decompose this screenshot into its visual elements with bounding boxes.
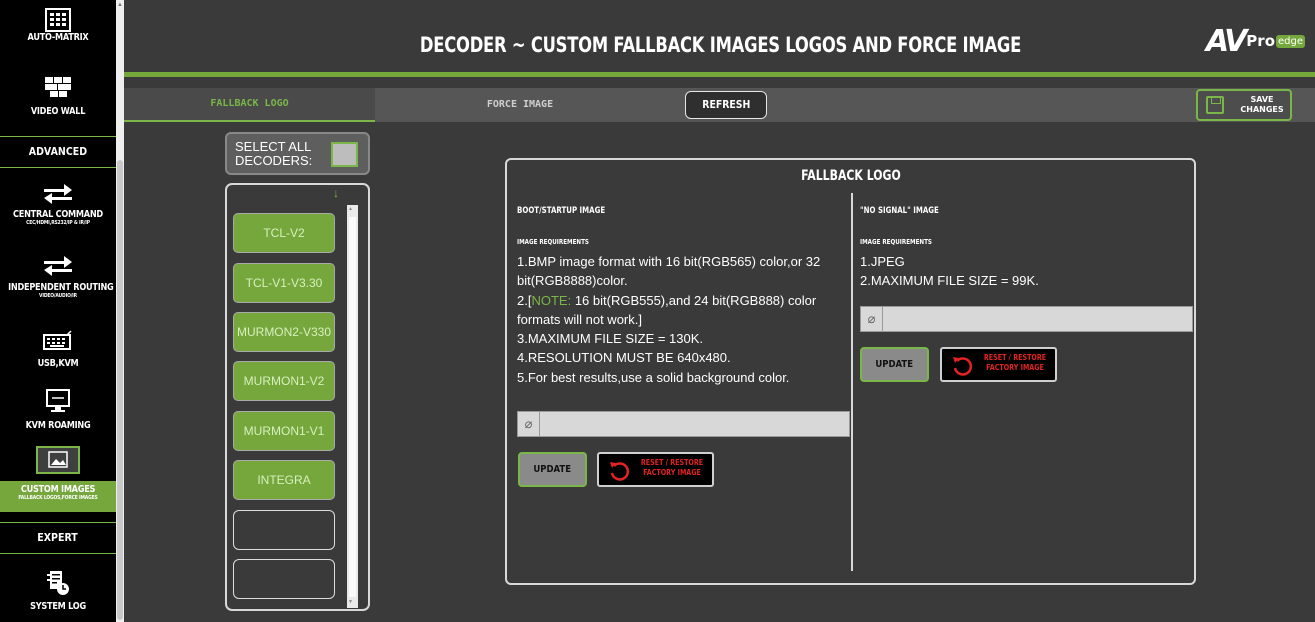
sidebar-item-sublabel: VIDEO/AUDIO/IR [39, 293, 77, 299]
tab-force-image[interactable]: FORCE IMAGE [375, 88, 665, 122]
decoder-item[interactable]: MURMON1-V1 [233, 411, 335, 451]
fallback-logo-panel: FALLBACK LOGO BOOT/STARTUP IMAGE IMAGE R… [505, 158, 1196, 585]
decoder-item[interactable]: MURMON1-V2 [233, 361, 335, 401]
reset-icon [610, 462, 630, 481]
grid-matrix-icon [45, 8, 71, 32]
brand-logo: AV Pro edge [1205, 23, 1305, 59]
monitor-icon [46, 389, 70, 412]
sidebar-item-system-log[interactable]: SYSTEM LOG [0, 570, 116, 612]
sidebar-item-custom-images-icon-row[interactable] [0, 444, 116, 482]
decoder-item-empty[interactable] [233, 510, 335, 550]
video-wall-icon [45, 77, 71, 97]
panel-divider [851, 193, 853, 571]
decoder-item[interactable]: TCL-V1-V3.30 [233, 263, 335, 303]
decoder-item[interactable]: TCL-V2 [233, 213, 335, 253]
boot-reset-restore-button[interactable]: RESET / RESTORE FACTORY IMAGE [597, 452, 714, 487]
note-label: NOTE: [531, 292, 572, 308]
sidebar-item-label: SYSTEM LOG [30, 601, 86, 612]
sidebar-section-expert: EXPERT [0, 522, 116, 554]
decoder-list: ↓ TCL-V2 TCL-V1-V3.30 MURMON2-V330 MURMO… [225, 183, 370, 611]
paperclip-icon: ⌀ [518, 412, 540, 436]
log-clock-icon [47, 571, 69, 595]
main-area: DECODER ~ CUSTOM FALLBACK IMAGES LOGOS A… [124, 0, 1315, 622]
sidebar-section-advanced: ADVANCED [0, 136, 116, 168]
sidebar-scroll-up-icon[interactable]: ▲ [117, 2, 123, 8]
save-icon [1206, 96, 1224, 114]
sidebar-item-label: AUTO-MATRIX [27, 32, 89, 43]
page-title: DECODER ~ CUSTOM FALLBACK IMAGES LOGOS A… [419, 33, 1022, 57]
sidebar-item-kvm-roaming[interactable]: KVM ROAMING [0, 388, 116, 431]
reset-restore-label: RESET / RESTORE FACTORY IMAGE [983, 353, 1047, 372]
boot-requirements-list: 1.BMP image format with 16 bit(RGB565) c… [517, 254, 821, 385]
tab-fallback-logo[interactable]: FALLBACK LOGO [124, 88, 375, 122]
sidebar-item-sublabel: FALLBACK LOGOS,FORCE IMAGES [18, 495, 98, 501]
sidebar-item-usb-kvm[interactable]: USB,KVM [0, 330, 116, 369]
decoder-item[interactable]: INTEGRA [233, 460, 335, 500]
scroll-up-icon[interactable]: ▲ [348, 206, 353, 212]
no-signal-requirements-heading: IMAGE REQUIREMENTS [860, 238, 932, 246]
no-signal-update-button[interactable]: UPDATE [860, 347, 929, 382]
panel-title: FALLBACK LOGO [800, 168, 901, 184]
keyboard-icon [43, 330, 72, 350]
header-divider [124, 72, 1315, 77]
boot-update-button[interactable]: UPDATE [518, 452, 587, 487]
paperclip-icon: ⌀ [861, 307, 883, 331]
select-all-checkbox[interactable] [331, 142, 358, 167]
sidebar-item-label: USB,KVM [37, 358, 79, 369]
sidebar-item-central-command[interactable]: CENTRAL COMMAND CEC/HDMI,RS232/IP & IR/I… [0, 180, 116, 226]
no-signal-requirements-list: 1.JPEG 2.MAXIMUM FILE SIZE = 99K. [860, 254, 1039, 289]
sidebar-item-auto-matrix[interactable]: AUTO-MATRIX [0, 8, 116, 43]
sidebar-scrollbar-thumb[interactable] [117, 160, 123, 620]
sidebar-item-label: KVM ROAMING [25, 420, 91, 431]
double-arrow-icon [44, 184, 72, 204]
sidebar-item-label: VIDEO WALL [30, 106, 86, 117]
sidebar-item-label: CUSTOM IMAGES [20, 484, 96, 495]
scroll-down-icon[interactable]: ▼ [348, 599, 353, 605]
arrow-down-icon: ↓ [333, 186, 339, 200]
sidebar-item-label: INDEPENDENT ROUTING [8, 282, 114, 293]
select-all-decoders: SELECT ALL DECODERS: [225, 132, 370, 175]
sidebar: AUTO-MATRIX VIDEO WALL ADVANCED CENTRAL … [0, 0, 116, 622]
image-icon [36, 446, 80, 474]
tab-bar: FALLBACK LOGO FORCE IMAGE REFRESH SAVE C… [124, 88, 1315, 122]
boot-image-file-input[interactable]: ⌀ [517, 411, 850, 437]
boot-requirements-heading: IMAGE REQUIREMENTS [517, 238, 589, 246]
double-arrow-icon [44, 256, 72, 276]
header: DECODER ~ CUSTOM FALLBACK IMAGES LOGOS A… [124, 0, 1315, 86]
no-signal-reset-restore-button[interactable]: RESET / RESTORE FACTORY IMAGE [940, 347, 1057, 382]
reset-restore-label: RESET / RESTORE FACTORY IMAGE [640, 458, 704, 477]
no-signal-image-file-input[interactable]: ⌀ [860, 306, 1193, 332]
no-signal-image-heading: "NO SIGNAL" IMAGE [860, 206, 939, 216]
save-changes-button[interactable]: SAVE CHANGES [1196, 89, 1292, 121]
sidebar-item-independent-routing[interactable]: INDEPENDENT ROUTING VIDEO/AUDIO/IR [0, 252, 116, 299]
boot-image-heading: BOOT/STARTUP IMAGE [517, 206, 606, 216]
select-all-label: SELECT ALL DECODERS: [235, 139, 313, 168]
sidebar-item-custom-images[interactable]: CUSTOM IMAGES FALLBACK LOGOS,FORCE IMAGE… [0, 481, 116, 512]
decoder-item[interactable]: MURMON2-V330 [233, 312, 335, 352]
decoder-item-empty[interactable] [233, 559, 335, 599]
sidebar-item-sublabel: CEC/HDMI,RS232/IP & IR/IP [26, 220, 90, 226]
reset-icon [953, 357, 973, 376]
sidebar-item-video-wall[interactable]: VIDEO WALL [0, 76, 116, 117]
save-changes-label: SAVE CHANGES [1240, 95, 1284, 114]
sidebar-item-label: CENTRAL COMMAND [13, 209, 103, 220]
decoder-list-scrollbar-thumb[interactable] [349, 217, 356, 597]
refresh-button[interactable]: REFRESH [685, 91, 767, 119]
